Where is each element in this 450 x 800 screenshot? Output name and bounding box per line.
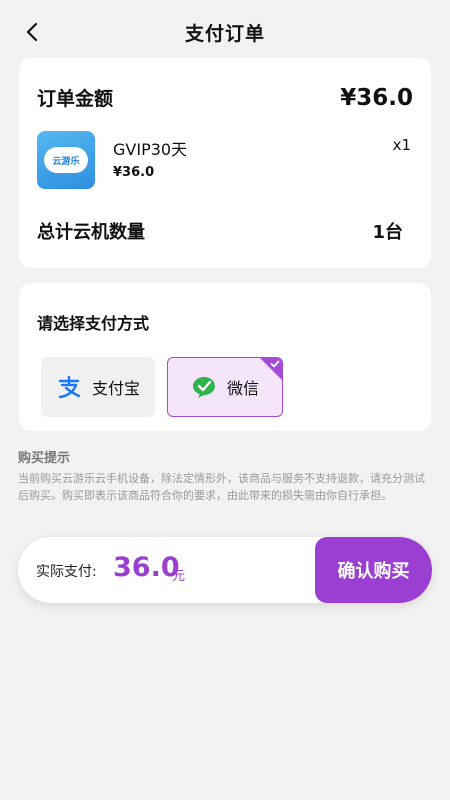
back-button[interactable] bbox=[18, 18, 46, 46]
alipay-icon bbox=[58, 375, 81, 399]
product-name: GVIP30天 bbox=[113, 140, 188, 159]
actual-pay-label: 实际支付: bbox=[36, 564, 97, 580]
product-quantity: x1 bbox=[392, 136, 411, 154]
chevron-left-icon bbox=[26, 22, 38, 42]
order-summary-card: 订单金额 ¥36.0 云游乐 GVIP30天 ¥36.0 x1 总计云机数量 1… bbox=[19, 58, 431, 268]
check-icon bbox=[270, 360, 280, 368]
alipay-option[interactable]: 支付宝 bbox=[41, 357, 155, 417]
top-nav-bar: 支付订单 bbox=[0, 0, 450, 64]
wechat-pay-icon bbox=[192, 377, 215, 398]
cloud-count-row: 总计云机数量 1台 bbox=[37, 218, 403, 244]
checkout-bar: 实际支付: 36.0 元 确认购买 bbox=[18, 537, 432, 603]
confirm-purchase-button[interactable]: 确认购买 bbox=[315, 537, 432, 603]
purchase-tips-text: 当前购买云游乐云手机设备，除法定情形外，该商品与服务不支持退款，请充分测试后购买… bbox=[18, 472, 425, 502]
product-icon-text: 云游乐 bbox=[44, 147, 88, 173]
alipay-label: 支付宝 bbox=[91, 379, 140, 398]
payment-method-card: 请选择支付方式 支付宝 微信 bbox=[19, 283, 431, 431]
cloud-count-value: 1台 bbox=[372, 222, 403, 243]
cloud-count-label: 总计云机数量 bbox=[37, 222, 145, 243]
order-amount-label: 订单金额 bbox=[37, 88, 114, 110]
actual-pay-unit: 元 bbox=[172, 569, 186, 584]
wechat-pay-label: 微信 bbox=[226, 379, 259, 398]
order-amount-row: 订单金额 ¥36.0 bbox=[37, 84, 413, 111]
yunyoule-app-icon: 云游乐 bbox=[37, 131, 95, 189]
actual-pay-amount: 36.0 bbox=[113, 552, 180, 583]
page-title: 支付订单 bbox=[184, 22, 265, 45]
payment-method-title: 请选择支付方式 bbox=[37, 314, 150, 333]
purchase-tips-title: 购买提示 bbox=[18, 451, 71, 466]
product-price: ¥36.0 bbox=[113, 165, 155, 180]
order-amount-value: ¥36.0 bbox=[340, 84, 413, 111]
wechat-pay-option[interactable]: 微信 bbox=[167, 357, 283, 417]
